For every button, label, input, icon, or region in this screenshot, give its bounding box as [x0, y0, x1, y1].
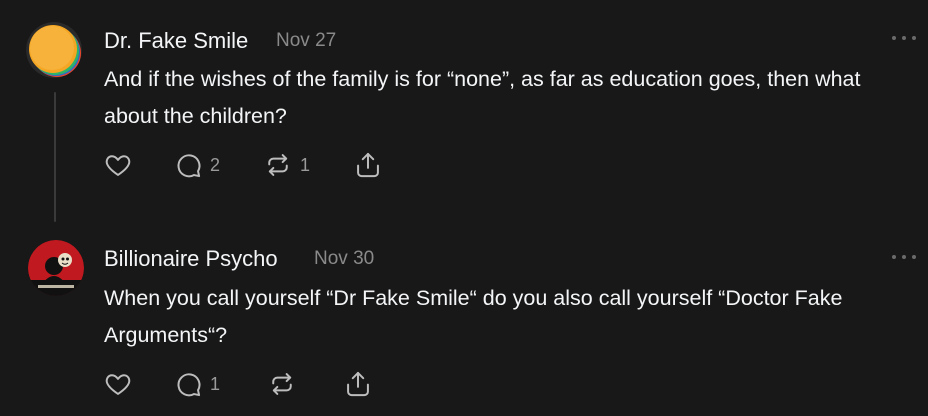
post-date[interactable]: Nov 27: [276, 30, 336, 52]
reply-button[interactable]: 2: [174, 150, 220, 180]
more-icon-dot: [902, 255, 906, 259]
author-name[interactable]: Billionaire Psycho: [104, 246, 278, 272]
comment-icon: [174, 151, 202, 179]
repost-icon: [264, 151, 292, 179]
reply-button[interactable]: 1: [174, 369, 220, 399]
more-icon-dot: [892, 255, 896, 259]
heart-icon: [104, 370, 132, 398]
like-button[interactable]: [104, 150, 132, 180]
post-1: Dr. Fake Smile Nov 27 And if the wishes …: [0, 0, 928, 230]
post-text: When you call yourself “Dr Fake Smile“ d…: [104, 286, 843, 347]
share-icon: [344, 370, 372, 398]
post-date[interactable]: Nov 30: [314, 248, 374, 270]
comment-icon: [174, 370, 202, 398]
repost-button[interactable]: 1: [264, 150, 310, 180]
reply-count: 1: [210, 373, 221, 394]
author-avatar[interactable]: [26, 22, 82, 78]
share-button[interactable]: [354, 150, 382, 180]
more-options-button[interactable]: [892, 33, 916, 43]
more-icon-dot: [892, 36, 896, 40]
avatar-image: [26, 22, 82, 78]
like-button[interactable]: [104, 369, 132, 399]
repost-icon: [268, 370, 296, 398]
share-icon: [354, 151, 382, 179]
post-2: Billionaire Psycho Nov 30 When you call …: [0, 230, 928, 416]
more-icon-dot: [912, 255, 916, 259]
author-name[interactable]: Dr. Fake Smile: [104, 28, 248, 54]
more-icon-dot: [912, 36, 916, 40]
thread-line: [54, 92, 56, 222]
heart-icon: [104, 151, 132, 179]
repost-button[interactable]: [268, 369, 296, 399]
reply-count: 2: [210, 154, 221, 175]
share-button[interactable]: [344, 369, 372, 399]
more-icon-dot: [902, 36, 906, 40]
post-text: And if the wishes of the family is for “…: [104, 67, 861, 128]
more-options-button[interactable]: [892, 252, 916, 262]
avatar-image: [28, 240, 84, 296]
author-avatar[interactable]: [28, 240, 84, 296]
repost-count: 1: [300, 154, 311, 175]
